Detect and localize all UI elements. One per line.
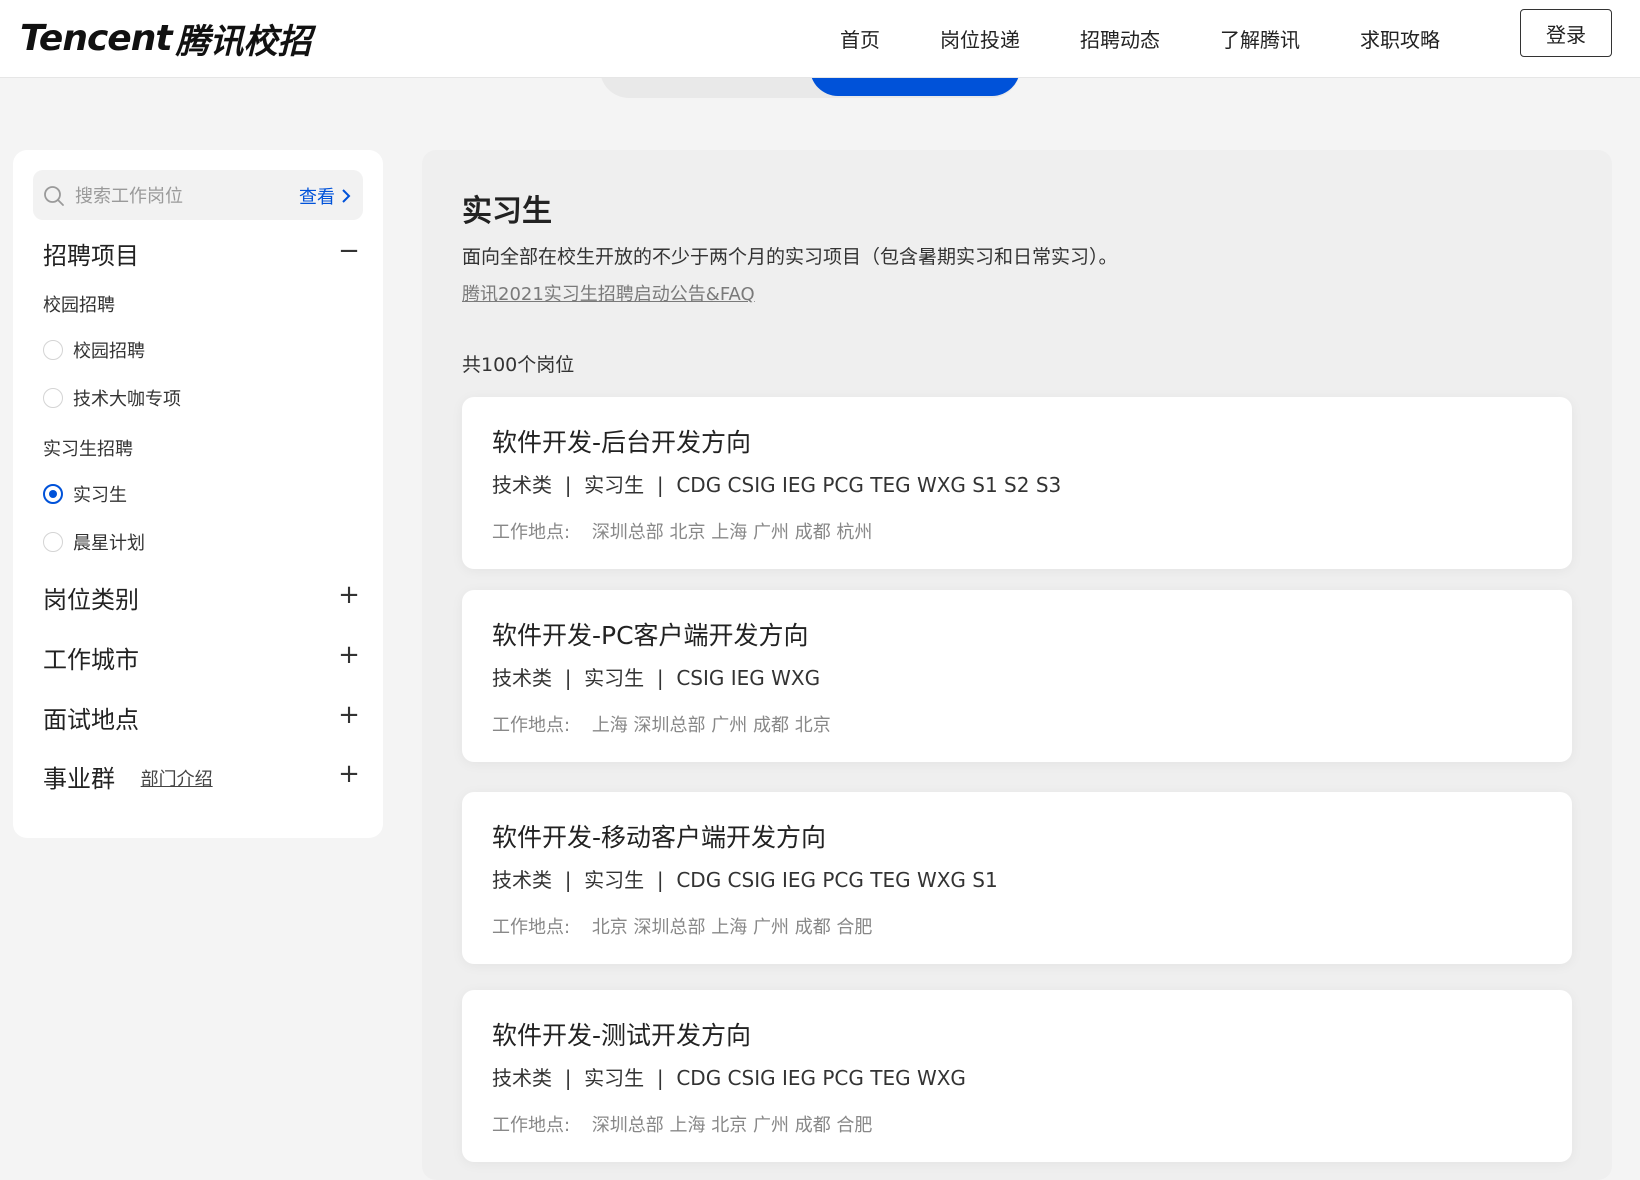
campus-group-label: 校园招聘	[43, 295, 115, 316]
expand-icon[interactable]: +	[337, 580, 361, 610]
location-label: 工作地点:	[492, 917, 571, 938]
intern-group-label: 实习生招聘	[43, 439, 133, 460]
radio-button-checked[interactable]	[43, 484, 63, 504]
job-tags: 技术类 | 实习生 | CDG CSIG IEG PCG TEG WXG S1	[492, 868, 998, 892]
job-title: 软件开发-移动客户端开发方向	[492, 823, 827, 852]
section-recruit-project-title: 招聘项目	[43, 242, 139, 270]
location-values: 深圳总部 上海 北京 广州 成都 合肥	[591, 1115, 873, 1136]
radio-button[interactable]	[43, 388, 63, 408]
radio-label: 技术大咖专项	[73, 389, 181, 410]
location-label: 工作地点:	[492, 715, 571, 736]
radio-label: 实习生	[73, 485, 127, 506]
location-label: 工作地点:	[492, 1115, 571, 1136]
page-description: 面向全部在校生开放的不少于两个月的实习项目（包含暑期实习和日常实习）。	[462, 246, 1118, 268]
radio-label: 晨星计划	[73, 533, 145, 554]
job-tags: 技术类 | 实习生 | CDG CSIG IEG PCG TEG WXG S1 …	[492, 473, 1062, 497]
section-business-group-title: 事业群	[43, 765, 115, 793]
search-input[interactable]	[73, 182, 277, 210]
nav-about-tencent[interactable]: 了解腾讯	[1220, 24, 1300, 53]
job-card[interactable]: 软件开发-移动客户端开发方向 技术类 | 实习生 | CDG CSIG IEG …	[462, 792, 1572, 964]
section-recruit-project[interactable]: 招聘项目 −	[43, 236, 361, 271]
chevron-right-icon	[342, 189, 351, 203]
location-values: 北京 深圳总部 上海 广州 成都 合肥	[591, 917, 873, 938]
search-view-button[interactable]: 查看	[299, 183, 351, 209]
location-label: 工作地点:	[492, 522, 571, 543]
expand-icon[interactable]: +	[337, 759, 361, 789]
job-count: 共100个岗位	[462, 354, 575, 376]
radio-option-tech-expert[interactable]: 技术大咖专项	[43, 385, 181, 411]
section-job-category[interactable]: 岗位类别 +	[43, 580, 361, 615]
section-job-category-title: 岗位类别	[43, 586, 139, 614]
radio-label: 校园招聘	[73, 341, 145, 362]
job-location: 工作地点: 深圳总部 上海 北京 广州 成都 合肥	[492, 1111, 872, 1137]
radio-button[interactable]	[43, 532, 63, 552]
logo-text-cn: 腾讯校招	[175, 21, 312, 62]
job-list-panel: 实习生 面向全部在校生开放的不少于两个月的实习项目（包含暑期实习和日常实习）。 …	[422, 150, 1612, 1180]
job-title: 软件开发-测试开发方向	[492, 1021, 752, 1050]
job-card[interactable]: 软件开发-测试开发方向 技术类 | 实习生 | CDG CSIG IEG PCG…	[462, 990, 1572, 1162]
job-location: 工作地点: 北京 深圳总部 上海 广州 成都 合肥	[492, 913, 872, 939]
expand-icon[interactable]: +	[337, 640, 361, 670]
job-location: 工作地点: 深圳总部 北京 上海 广州 成都 杭州	[492, 518, 872, 544]
nav-job-apply[interactable]: 岗位投递	[940, 24, 1020, 53]
filter-sidebar: 查看 招聘项目 − 校园招聘 校园招聘 技术大咖专项 实习生招聘 实习生 晨星计…	[13, 150, 383, 838]
location-values: 深圳总部 北京 上海 广州 成都 杭州	[591, 522, 873, 543]
job-location: 工作地点: 上海 深圳总部 广州 成都 北京	[492, 711, 831, 737]
location-values: 上海 深圳总部 广州 成都 北京	[591, 715, 831, 736]
radio-option-campus[interactable]: 校园招聘	[43, 337, 145, 363]
announcement-link[interactable]: 腾讯2021实习生招聘启动公告&FAQ	[462, 280, 755, 306]
job-tags: 技术类 | 实习生 | CSIG IEG WXG	[492, 666, 821, 690]
top-header: Tencent 腾讯校招 首页 岗位投递 招聘动态 了解腾讯 求职攻略 登录	[0, 0, 1640, 78]
job-tags: 技术类 | 实习生 | CDG CSIG IEG PCG TEG WXG	[492, 1066, 966, 1090]
search-box: 查看	[33, 170, 363, 220]
job-title: 软件开发-PC客户端开发方向	[492, 621, 809, 650]
section-interview-location[interactable]: 面试地点 +	[43, 700, 361, 735]
section-work-city[interactable]: 工作城市 +	[43, 640, 361, 675]
logo-text-en: Tencent	[20, 17, 173, 59]
main-nav: 首页 岗位投递 招聘动态 了解腾讯 求职攻略	[840, 0, 1500, 77]
radio-option-morning-star[interactable]: 晨星计划	[43, 529, 145, 555]
radio-option-intern[interactable]: 实习生	[43, 481, 127, 507]
expand-icon[interactable]: +	[337, 700, 361, 730]
nav-recruit-news[interactable]: 招聘动态	[1080, 24, 1160, 53]
section-business-group[interactable]: 事业群 部门介绍 +	[43, 759, 361, 794]
tencent-logo[interactable]: Tencent 腾讯校招	[20, 14, 312, 62]
job-card[interactable]: 软件开发-PC客户端开发方向 技术类 | 实习生 | CSIG IEG WXG …	[462, 590, 1572, 762]
search-icon	[44, 186, 64, 206]
nav-home[interactable]: 首页	[840, 24, 880, 53]
section-work-city-title: 工作城市	[43, 646, 139, 674]
login-button[interactable]: 登录	[1520, 9, 1612, 57]
nav-job-guide[interactable]: 求职攻略	[1360, 24, 1440, 53]
job-card[interactable]: 软件开发-后台开发方向 技术类 | 实习生 | CDG CSIG IEG PCG…	[462, 397, 1572, 569]
dept-intro-link[interactable]: 部门介绍	[141, 769, 213, 790]
search-view-label: 查看	[299, 187, 335, 208]
job-title: 软件开发-后台开发方向	[492, 428, 752, 457]
page-title: 实习生	[462, 194, 552, 229]
collapse-icon[interactable]: −	[337, 236, 361, 266]
section-interview-location-title: 面试地点	[43, 706, 139, 734]
radio-button[interactable]	[43, 340, 63, 360]
